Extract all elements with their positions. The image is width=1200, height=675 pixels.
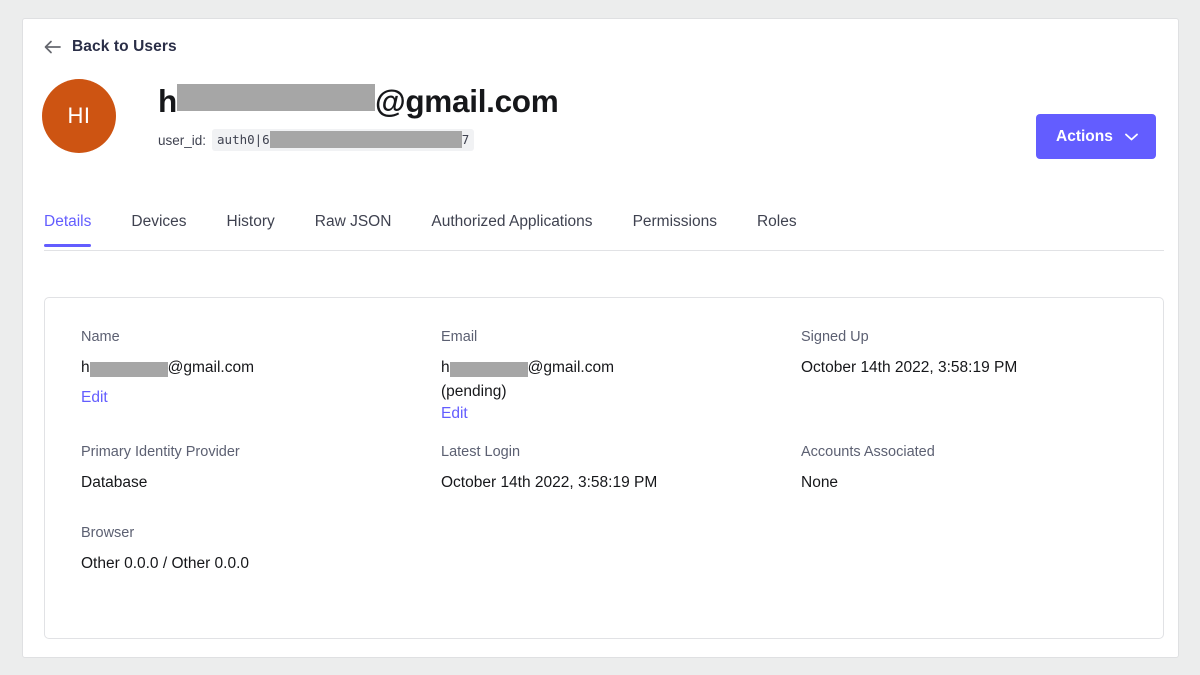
back-to-users-label: Back to Users	[72, 38, 177, 55]
user-detail-page-card: Back to Users HI h @gmail.com user_id: au…	[22, 18, 1179, 658]
details-row: Browser Other 0.0.0 / Other 0.0.0	[81, 525, 1143, 576]
tab-raw-json[interactable]: Raw JSON	[315, 204, 392, 246]
field-label: Signed Up	[801, 329, 869, 345]
page-title-suffix: @gmail.com	[374, 83, 559, 119]
field-value: October 14th 2022, 3:58:19 PM	[441, 474, 658, 491]
details-panel: Name h @gmail.com Edit Email h @gmail.com …	[44, 297, 1164, 639]
actions-button-label: Actions	[1056, 127, 1113, 145]
field-label: Browser	[81, 525, 135, 541]
chevron-down-icon	[1124, 133, 1138, 140]
tab-label: Authorized Applications	[431, 213, 593, 230]
tab-label: Raw JSON	[314, 213, 392, 230]
field-email: Email h @gmail.com (pending) Edit	[441, 329, 801, 423]
redacted-block	[449, 362, 528, 378]
tab-label: Roles	[756, 213, 797, 230]
tab-label: Details	[44, 213, 92, 230]
redacted-block	[269, 131, 462, 148]
field-accounts-associated: Accounts Associated None	[801, 444, 1161, 495]
tab-bar: Details Devices History Raw JSON Authori…	[44, 204, 1164, 251]
field-label: Name	[81, 329, 120, 345]
redacted-block	[176, 84, 375, 111]
field-value: h @gmail.com	[81, 356, 441, 380]
field-browser: Browser Other 0.0.0 / Other 0.0.0	[81, 525, 441, 576]
field-label: Accounts Associated	[801, 444, 935, 460]
details-row: Primary Identity Provider Database Lates…	[81, 444, 1143, 495]
tab-devices[interactable]: Devices	[131, 204, 186, 246]
field-label: Latest Login	[441, 444, 521, 460]
user-id-prefix: auth0|6	[217, 132, 270, 147]
tab-roles[interactable]: Roles	[757, 204, 797, 246]
details-row: Name h @gmail.com Edit Email h @gmail.com …	[81, 329, 1143, 423]
field-value: Other 0.0.0 / Other 0.0.0	[81, 555, 250, 572]
field-value: October 14th 2022, 3:58:19 PM	[801, 359, 1018, 376]
user-id-label: user_id:	[158, 132, 207, 148]
field-name: Name h @gmail.com Edit	[81, 329, 441, 423]
actions-button[interactable]: Actions	[1036, 114, 1156, 159]
field-value: h @gmail.com	[441, 356, 801, 380]
field-label: Email	[441, 329, 478, 345]
tab-permissions[interactable]: Permissions	[633, 204, 717, 246]
back-to-users-link[interactable]: Back to Users	[44, 38, 177, 56]
field-label: Primary Identity Provider	[81, 444, 240, 460]
tab-authorized-applications[interactable]: Authorized Applications	[431, 204, 592, 246]
field-signed-up: Signed Up October 14th 2022, 3:58:19 PM	[801, 329, 1161, 423]
tab-label: History	[226, 213, 275, 230]
tab-label: Devices	[131, 213, 187, 230]
avatar-initials: HI	[67, 103, 91, 128]
user-id-row: user_id: auth0|6 7	[158, 129, 558, 151]
identity-text-block: h @gmail.com user_id: auth0|6 7	[158, 81, 559, 151]
tab-details[interactable]: Details	[44, 204, 92, 247]
edit-name-link[interactable]: Edit	[81, 389, 108, 407]
value-prefix: h	[441, 359, 450, 376]
user-id-value: auth0|6 7	[212, 129, 475, 151]
user-id-suffix: 7	[461, 132, 470, 147]
value-suffix: @gmail.com	[527, 359, 614, 376]
avatar: HI	[42, 79, 116, 153]
field-primary-identity-provider: Primary Identity Provider Database	[81, 444, 441, 495]
details-grid: Name h @gmail.com Edit Email h @gmail.com …	[81, 329, 1143, 576]
tab-history[interactable]: History	[227, 204, 275, 246]
field-value: None	[801, 474, 839, 491]
value-prefix: h	[81, 359, 90, 376]
value-suffix: @gmail.com	[167, 359, 254, 376]
email-pending-status: (pending)	[441, 383, 507, 400]
field-value: Database	[81, 474, 148, 491]
user-identity-header: HI h @gmail.com user_id: auth0|6 7 Actions	[42, 79, 1156, 159]
edit-email-link[interactable]: Edit	[441, 405, 468, 423]
tab-label: Permissions	[632, 213, 717, 230]
arrow-left-icon	[44, 40, 61, 54]
page-title: h @gmail.com	[158, 81, 559, 121]
redacted-block	[89, 362, 168, 378]
field-latest-login: Latest Login October 14th 2022, 3:58:19 …	[441, 444, 801, 495]
page-title-prefix: h	[158, 83, 177, 119]
